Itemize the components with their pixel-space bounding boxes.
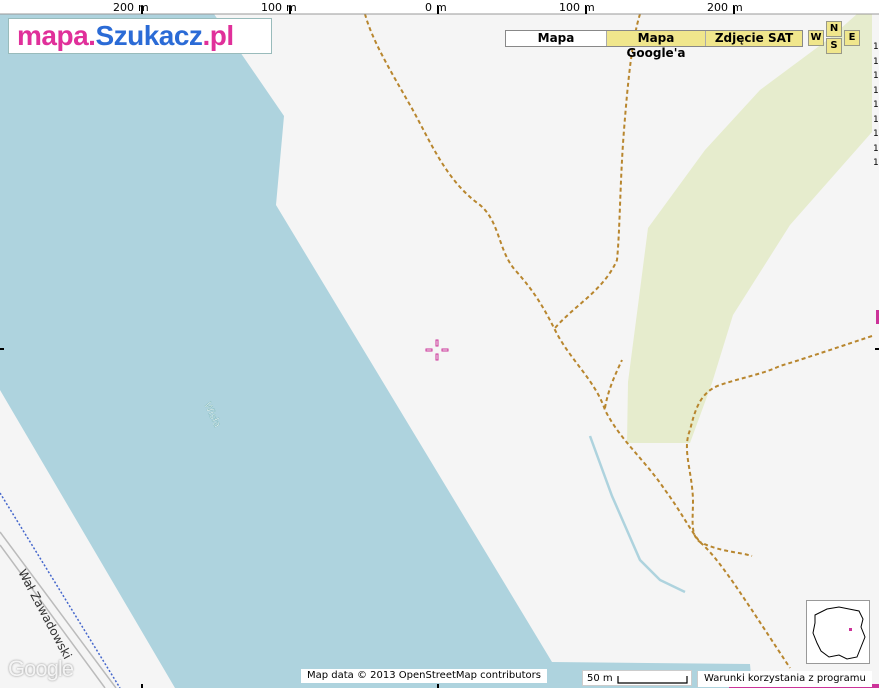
terms-link[interactable]: Warunki korzystania z programu <box>697 671 872 687</box>
map-type-switcher: Mapa Mapa Google'a Zdjęcie SAT <box>505 30 803 60</box>
ruler-label-4: 100 m <box>559 1 595 14</box>
poland-outline-icon <box>812 606 866 660</box>
google-logo: Google <box>8 656 74 681</box>
pan-north-button[interactable]: N <box>826 21 842 37</box>
ruler-label-1: 200 m <box>113 1 149 14</box>
map-type-mapa[interactable]: Mapa <box>506 31 606 46</box>
ruler-label-3: 0m <box>425 1 447 14</box>
ruler-label-5: 200 m <box>707 1 743 14</box>
scale-label: 50 m <box>587 673 613 684</box>
pan-east-button[interactable]: E <box>844 30 860 46</box>
pan-south-button[interactable]: S <box>826 38 842 54</box>
right-digits: 111111111 <box>873 42 879 168</box>
map-attribution: Map data © 2013 OpenStreetMap contributo… <box>301 669 547 683</box>
overview-minimap[interactable] <box>806 600 870 664</box>
map-type-google[interactable]: Mapa Google'a <box>606 31 705 60</box>
map-type-sat[interactable]: Zdjęcie SAT <box>705 31 802 46</box>
pan-west-button[interactable]: W <box>808 30 824 46</box>
map-canvas[interactable]: Wisła Wał Zawadowski <box>0 0 879 688</box>
scale-bar: 50 m <box>582 670 692 686</box>
site-logo[interactable]: mapa. Szukacz .pl <box>8 18 272 54</box>
ruler-label-2: 100 m <box>261 1 297 14</box>
scale-line <box>617 676 688 684</box>
